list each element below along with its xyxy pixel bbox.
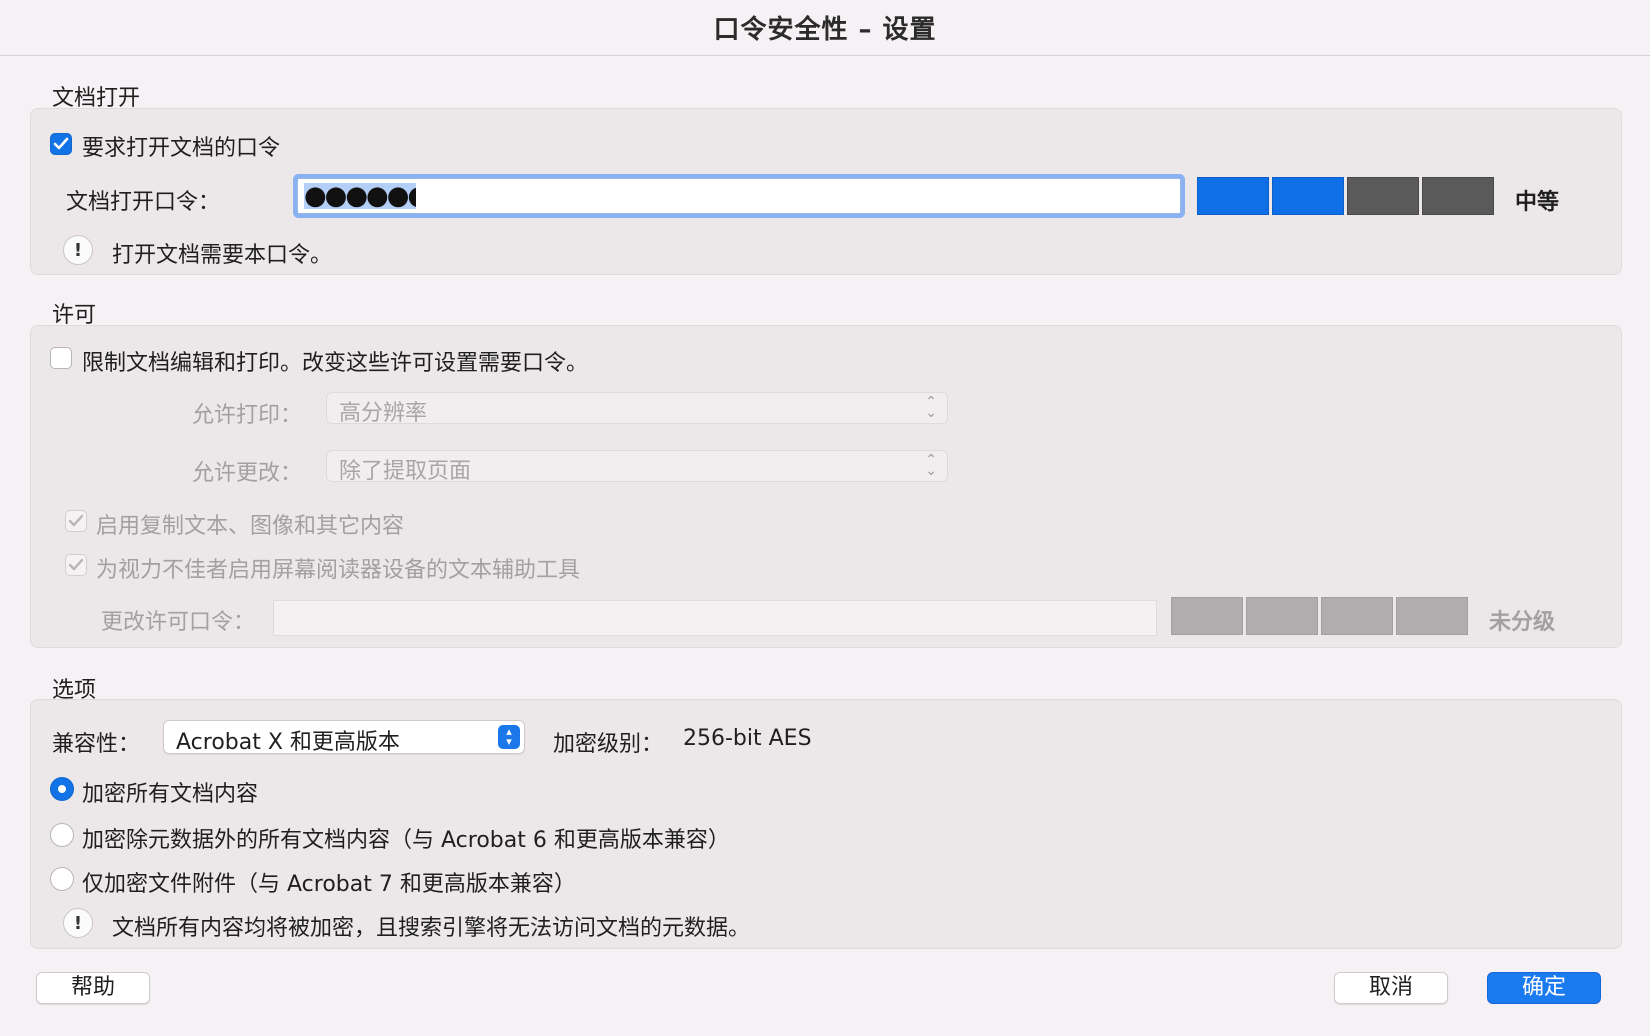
compat-value: Acrobat X 和更高版本 <box>176 730 400 755</box>
allow-print-label: 允许打印： <box>192 403 303 428</box>
perm-strength-segment-3 <box>1321 597 1393 635</box>
open-note: 打开文档需要本口令。 <box>112 243 333 268</box>
accessibility-checkbox[interactable] <box>65 554 87 576</box>
enable-copy-label: 启用复制文本、图像和其它内容 <box>96 514 405 539</box>
perm-strength-segment-1 <box>1171 597 1243 635</box>
radio-encrypt-all-label: 加密所有文档内容 <box>82 782 259 807</box>
password-dots: ●●●●●●●●● <box>304 183 416 209</box>
require-password-checkbox[interactable] <box>50 133 72 155</box>
checkmark-icon <box>68 514 84 527</box>
encryption-value: 256-bit AES <box>683 726 812 751</box>
strength-meter-segment-3 <box>1347 177 1419 215</box>
compat-label: 兼容性： <box>52 732 141 757</box>
radio-encrypt-attachments[interactable] <box>50 867 74 891</box>
updown-chevron-icon: ▴ ▾ <box>498 725 520 749</box>
radio-encrypt-except-metadata-label: 加密除元数据外的所有文档内容（与 Acrobat 6 和更高版本兼容） <box>82 828 730 853</box>
radio-encrypt-except-metadata[interactable] <box>50 823 74 847</box>
strength-text: 中等 <box>1515 190 1560 215</box>
options-note: 文档所有内容均将被加密，且搜索引擎将无法访问文档的元数据。 <box>112 916 751 941</box>
help-button[interactable]: 帮助 <box>36 972 150 1004</box>
restrict-editing-checkbox[interactable] <box>50 347 72 369</box>
warning-icon: ! <box>63 235 93 265</box>
updown-chevron-icon: ⌃ ⌄ <box>925 452 937 479</box>
perm-password-label: 更改许可口令： <box>101 610 256 635</box>
strength-meter-segment-1 <box>1197 177 1269 215</box>
open-password-label: 文档打开口令： <box>66 190 221 215</box>
window-title: 口令安全性 – 设置 <box>0 0 1650 56</box>
warning-icon: ! <box>63 908 93 938</box>
checkmark-icon <box>68 558 84 571</box>
allow-change-select[interactable]: 除了提取页面 ⌃ ⌄ <box>326 450 948 484</box>
perm-strength-text: 未分级 <box>1489 610 1556 635</box>
strength-meter-segment-2 <box>1272 177 1344 215</box>
perm-password-input[interactable] <box>273 600 1157 636</box>
allow-change-value: 除了提取页面 <box>339 459 472 484</box>
updown-chevron-icon: ⌃ ⌄ <box>925 394 937 421</box>
allow-print-select[interactable]: 高分辨率 ⌃ ⌄ <box>326 392 948 426</box>
radio-encrypt-all[interactable] <box>50 777 74 801</box>
enable-copy-checkbox[interactable] <box>65 510 87 532</box>
accessibility-label: 为视力不佳者启用屏幕阅读器设备的文本辅助工具 <box>96 558 581 583</box>
compat-select[interactable]: Acrobat X 和更高版本 ▴ ▾ <box>163 720 525 755</box>
encryption-label: 加密级别： <box>553 732 664 757</box>
cancel-button[interactable]: 取消 <box>1334 972 1448 1004</box>
perm-strength-segment-4 <box>1396 597 1468 635</box>
restrict-editing-label: 限制文档编辑和打印。改变这些许可设置需要口令。 <box>82 351 589 376</box>
strength-meter-segment-4 <box>1422 177 1494 215</box>
perm-strength-segment-2 <box>1246 597 1318 635</box>
open-password-input[interactable]: ●●●●●●●●● <box>297 178 1181 214</box>
radio-encrypt-attachments-label: 仅加密文件附件（与 Acrobat 7 和更高版本兼容） <box>82 872 576 897</box>
ok-button[interactable]: 确定 <box>1487 972 1601 1004</box>
require-password-label: 要求打开文档的口令 <box>82 136 281 161</box>
checkmark-icon <box>53 137 69 150</box>
allow-print-value: 高分辨率 <box>339 401 428 426</box>
allow-change-label: 允许更改： <box>192 461 303 486</box>
